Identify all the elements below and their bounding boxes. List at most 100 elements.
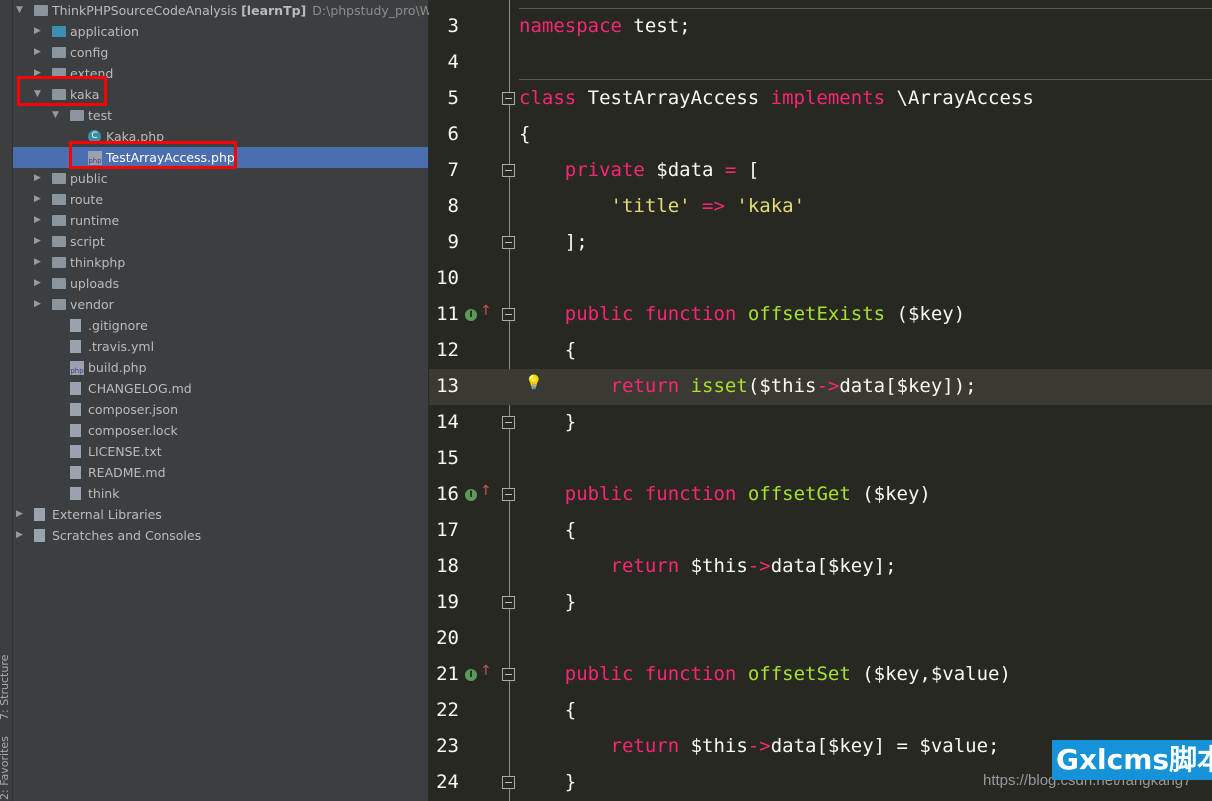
tree-item[interactable]: composer.json bbox=[13, 399, 428, 420]
project-root[interactable]: ▼ ThinkPHPSourceCodeAnalysis [learnTp] D:… bbox=[13, 0, 457, 21]
expand-arrow-icon[interactable]: ▶ bbox=[34, 42, 41, 63]
folder-icon bbox=[52, 215, 66, 226]
collapse-arrow-icon[interactable]: ▼ bbox=[52, 105, 59, 126]
line-number: 3 bbox=[447, 15, 459, 37]
code-line: } bbox=[519, 591, 576, 613]
folder-icon bbox=[52, 173, 66, 184]
line-number: 4 bbox=[447, 51, 459, 73]
override-arrow-icon[interactable]: ↑ bbox=[480, 303, 492, 319]
tree-item[interactable]: .gitignore bbox=[13, 315, 428, 336]
expand-arrow-icon[interactable]: ▶ bbox=[34, 273, 41, 294]
code-line: ]; bbox=[519, 231, 588, 253]
tree-item[interactable]: ▶ uploads bbox=[13, 273, 428, 294]
tree-item[interactable]: README.md bbox=[13, 462, 428, 483]
code-line: 'title' => 'kaka' bbox=[519, 195, 806, 217]
code-token: data[$key] = $value; bbox=[770, 735, 1000, 757]
implements-method-icon[interactable]: I bbox=[465, 309, 477, 321]
line-number: 7 bbox=[447, 159, 459, 181]
code-line: return $this->data[$key]; bbox=[519, 555, 897, 577]
fold-marker-icon[interactable]: − bbox=[502, 308, 515, 321]
tree-item[interactable]: ▶ route bbox=[13, 189, 428, 210]
fold-marker-icon[interactable]: − bbox=[502, 488, 515, 501]
tree-item[interactable]: ▶ thinkphp bbox=[13, 252, 428, 273]
expand-arrow-icon[interactable]: ▶ bbox=[34, 231, 41, 252]
expand-arrow-icon[interactable]: ▼ bbox=[16, 0, 23, 21]
code-token: $this bbox=[679, 555, 748, 577]
code-token: \ArrayAccess bbox=[885, 87, 1034, 109]
tree-item-label: build.php bbox=[88, 360, 147, 375]
code-line: } bbox=[519, 411, 576, 433]
tree-item[interactable]: composer.lock bbox=[13, 420, 428, 441]
tree-item[interactable]: ▶ External Libraries bbox=[13, 504, 428, 525]
php-file-icon: php bbox=[70, 361, 84, 375]
tree-item[interactable]: ▶ config bbox=[13, 42, 428, 63]
fold-marker-icon[interactable]: − bbox=[502, 776, 515, 789]
folder-icon bbox=[52, 47, 66, 58]
folder-icon bbox=[52, 236, 66, 247]
implements-method-icon[interactable]: I bbox=[465, 489, 477, 501]
expand-arrow-icon[interactable]: ▶ bbox=[16, 504, 23, 525]
expand-arrow-icon[interactable]: ▶ bbox=[34, 168, 41, 189]
code-line: { bbox=[519, 699, 576, 721]
fold-marker-icon[interactable]: − bbox=[502, 668, 515, 681]
expand-arrow-icon[interactable]: ▶ bbox=[16, 525, 23, 546]
code-token: class bbox=[519, 87, 577, 109]
expand-arrow-icon[interactable]: ▶ bbox=[34, 210, 41, 231]
expand-arrow-icon[interactable]: ▶ bbox=[34, 21, 41, 42]
code-line: { bbox=[519, 339, 576, 361]
expand-arrow-icon[interactable]: ▶ bbox=[34, 189, 41, 210]
favorites-tab[interactable]: 2: Favorites bbox=[0, 736, 11, 800]
tree-item[interactable]: ▶ script bbox=[13, 231, 428, 252]
code-token: data[$key]; bbox=[770, 555, 897, 577]
fold-marker-icon[interactable]: − bbox=[502, 416, 515, 429]
code-token: return bbox=[610, 555, 680, 577]
tree-item-label: route bbox=[70, 192, 104, 207]
highlight-box bbox=[17, 76, 107, 106]
fold-marker-icon[interactable]: − bbox=[502, 596, 515, 609]
code-editor[interactable]: 3 namespace test; 4 5− class TestArrayAccess… bbox=[429, 0, 1212, 801]
tree-item-label: thinkphp bbox=[70, 255, 126, 270]
folder-icon bbox=[70, 110, 84, 121]
code-line: class TestArrayAccess implements \ArrayA… bbox=[519, 87, 1034, 109]
override-arrow-icon[interactable]: ↑ bbox=[480, 663, 492, 679]
code-token: offsetExists bbox=[747, 303, 886, 325]
line-number: 10 bbox=[436, 267, 459, 289]
line-number: 14 bbox=[436, 411, 459, 433]
fold-marker-icon[interactable]: − bbox=[502, 92, 515, 105]
tree-item[interactable]: ▶ Scratches and Consoles bbox=[13, 525, 428, 546]
tree-item[interactable]: .travis.yml bbox=[13, 336, 428, 357]
code-token: namespace bbox=[519, 15, 622, 37]
tree-item[interactable]: ▶ runtime bbox=[13, 210, 428, 231]
implements-method-icon[interactable]: I bbox=[465, 669, 477, 681]
expand-arrow-icon[interactable]: ▶ bbox=[34, 252, 41, 273]
fold-marker-icon[interactable]: − bbox=[502, 164, 515, 177]
code-token: function bbox=[644, 663, 737, 685]
line-number: 5 bbox=[447, 87, 459, 109]
tree-item-label: composer.json bbox=[88, 402, 179, 417]
tree-item[interactable]: CHANGELOG.md bbox=[13, 378, 428, 399]
fold-marker-icon[interactable]: − bbox=[502, 236, 515, 249]
code-token: } bbox=[519, 771, 577, 793]
project-tree: ▼ ThinkPHPSourceCodeAnalysis [learnTp] D:… bbox=[13, 0, 457, 801]
tree-item[interactable]: ▶ vendor bbox=[13, 294, 428, 315]
code-token: ($key,$value) bbox=[850, 663, 1011, 685]
code-token: 'kaka' bbox=[736, 195, 806, 217]
expand-arrow-icon[interactable]: ▶ bbox=[34, 294, 41, 315]
tree-item[interactable]: ▼ test bbox=[13, 105, 428, 126]
tree-item[interactable]: ▶ public bbox=[13, 168, 428, 189]
code-line: public function offsetGet ($key) bbox=[519, 483, 931, 505]
tree-item[interactable]: LICENSE.txt bbox=[13, 441, 428, 462]
tree-item[interactable]: think bbox=[13, 483, 428, 504]
line-number: 17 bbox=[436, 519, 459, 541]
tree-item-label: application bbox=[70, 24, 139, 39]
code-token: } bbox=[519, 591, 577, 613]
override-arrow-icon[interactable]: ↑ bbox=[480, 483, 492, 499]
tree-item[interactable]: php build.php bbox=[13, 357, 428, 378]
tree-item[interactable]: ▶ application bbox=[13, 21, 428, 42]
structure-tab[interactable]: 7: Structure bbox=[0, 655, 11, 720]
code-token: test; bbox=[621, 15, 691, 37]
folder-icon bbox=[52, 257, 66, 268]
